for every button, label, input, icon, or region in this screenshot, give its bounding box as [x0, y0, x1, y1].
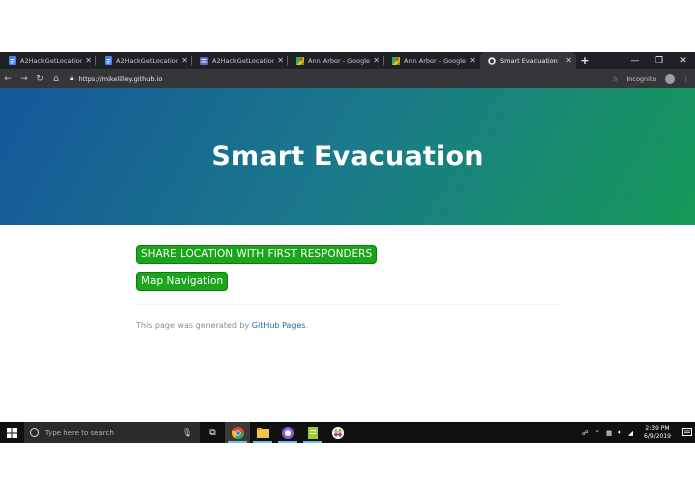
close-icon[interactable]: ✕: [85, 56, 92, 65]
docs-icon: [104, 56, 112, 65]
incognito-avatar-icon[interactable]: [664, 73, 675, 84]
footer-suffix: .: [305, 321, 309, 330]
tab-maps-2[interactable]: Ann Arbor - Google Ma ✕: [384, 52, 480, 69]
clock-date: 6/9/2019: [644, 432, 671, 440]
notification-center-icon[interactable]: [679, 422, 695, 443]
clock-time: 2:39 PM: [645, 424, 670, 432]
map-navigation-button[interactable]: Map Navigation: [136, 272, 229, 291]
cortana-icon: [30, 428, 39, 437]
lock-icon: 🔒︎: [70, 74, 74, 82]
page-footer: This page was generated by GitHub Pages.: [136, 321, 308, 330]
divider: [136, 304, 560, 305]
close-icon[interactable]: ✕: [277, 56, 284, 65]
footer-text: This page was generated by: [136, 321, 252, 330]
file-explorer-icon[interactable]: [250, 422, 275, 443]
volume-icon[interactable]: 🔈︎: [618, 428, 622, 437]
back-icon[interactable]: ←: [0, 74, 16, 84]
maps-icon: [392, 56, 400, 65]
tab-maps-1[interactable]: Ann Arbor - Google Ma ✕: [288, 52, 384, 69]
url-text: https://mikelilley.github.io: [78, 74, 163, 83]
docs-icon: [8, 56, 16, 65]
restore-icon[interactable]: ❐: [647, 52, 671, 69]
tab-title: Ann Arbor - Google Ma: [404, 56, 467, 65]
tab-docs-1[interactable]: A2HackGetLocation_Co ✕: [0, 52, 96, 69]
network-icon[interactable]: ▦: [606, 429, 612, 437]
tab-title: Ann Arbor - Google Ma: [308, 56, 371, 65]
github-pages-link[interactable]: GitHub Pages: [252, 321, 306, 330]
tab-title: A2HackGetLocation_Co: [116, 56, 179, 65]
window-controls: — ❐ ✕: [623, 52, 695, 69]
close-icon[interactable]: ✕: [373, 56, 380, 65]
page-title: Smart Evacuation: [211, 141, 484, 172]
media-app-icon[interactable]: [275, 422, 300, 443]
new-tab-button[interactable]: +: [576, 52, 594, 69]
close-icon[interactable]: ✕: [181, 56, 188, 65]
reload-icon[interactable]: ↻: [32, 74, 48, 84]
toolbar-right: ☆ Incognito ⋮: [605, 73, 695, 84]
system-tray: ☍ ⌃ ▦ 🔈︎ ◢ 2:39 PM 6/9/2019: [579, 422, 695, 443]
bookmark-star-icon[interactable]: ☆: [613, 75, 619, 83]
microphone-icon[interactable]: 🎙︎: [182, 428, 192, 437]
task-view-icon[interactable]: ⧉: [200, 422, 225, 443]
forms-icon: [200, 56, 208, 65]
chrome-taskbar-icon[interactable]: [225, 422, 250, 443]
tab-title: Smart Evacuation: [500, 56, 558, 65]
taskbar-search-box[interactable]: Type here to search 🎙︎: [24, 422, 200, 443]
page-header: Smart Evacuation: [0, 88, 695, 225]
github-icon: [488, 56, 496, 65]
browser-toolbar: ← → ↻ ⌂ 🔒︎ https://mikelilley.github.io …: [0, 69, 695, 88]
search-placeholder: Type here to search: [45, 428, 114, 437]
tab-docs-2[interactable]: A2HackGetLocation_Co ✕: [96, 52, 192, 69]
tab-title: A2HackGetLocation_Co: [212, 56, 275, 65]
minimize-icon[interactable]: —: [623, 52, 647, 69]
home-icon[interactable]: ⌂: [48, 74, 64, 84]
browser-tab-strip: A2HackGetLocation_Co ✕ A2HackGetLocation…: [0, 52, 695, 69]
menu-icon[interactable]: ⋮: [683, 75, 690, 83]
notepad-icon[interactable]: [300, 422, 325, 443]
address-bar[interactable]: 🔒︎ https://mikelilley.github.io: [70, 71, 605, 86]
taskbar-clock[interactable]: 2:39 PM 6/9/2019: [644, 425, 671, 441]
wifi-icon[interactable]: ◢: [628, 429, 633, 437]
windows-taskbar: Type here to search 🎙︎ ⧉ ☍ ⌃ ▦ 🔈︎ ◢ 2:39…: [0, 422, 695, 443]
slack-icon[interactable]: [325, 422, 350, 443]
forward-icon[interactable]: →: [16, 74, 32, 84]
incognito-label: Incognito: [626, 74, 657, 83]
screen: A2HackGetLocation_Co ✕ A2HackGetLocation…: [0, 0, 695, 494]
tab-title: A2HackGetLocation_Co: [20, 56, 83, 65]
close-window-icon[interactable]: ✕: [671, 52, 695, 69]
tray-chevron-up-icon[interactable]: ⌃: [595, 429, 600, 437]
tab-forms[interactable]: A2HackGetLocation_Co ✕: [192, 52, 288, 69]
close-icon[interactable]: ✕: [469, 56, 476, 65]
people-icon[interactable]: ☍: [582, 429, 589, 437]
maps-icon: [296, 56, 304, 65]
windows-start-icon[interactable]: [0, 422, 24, 443]
tab-smart-evacuation[interactable]: Smart Evacuation ✕: [480, 52, 576, 69]
close-icon[interactable]: ✕: [565, 56, 572, 65]
share-location-button[interactable]: SHARE LOCATION WITH FIRST RESPONDERS: [136, 245, 378, 264]
